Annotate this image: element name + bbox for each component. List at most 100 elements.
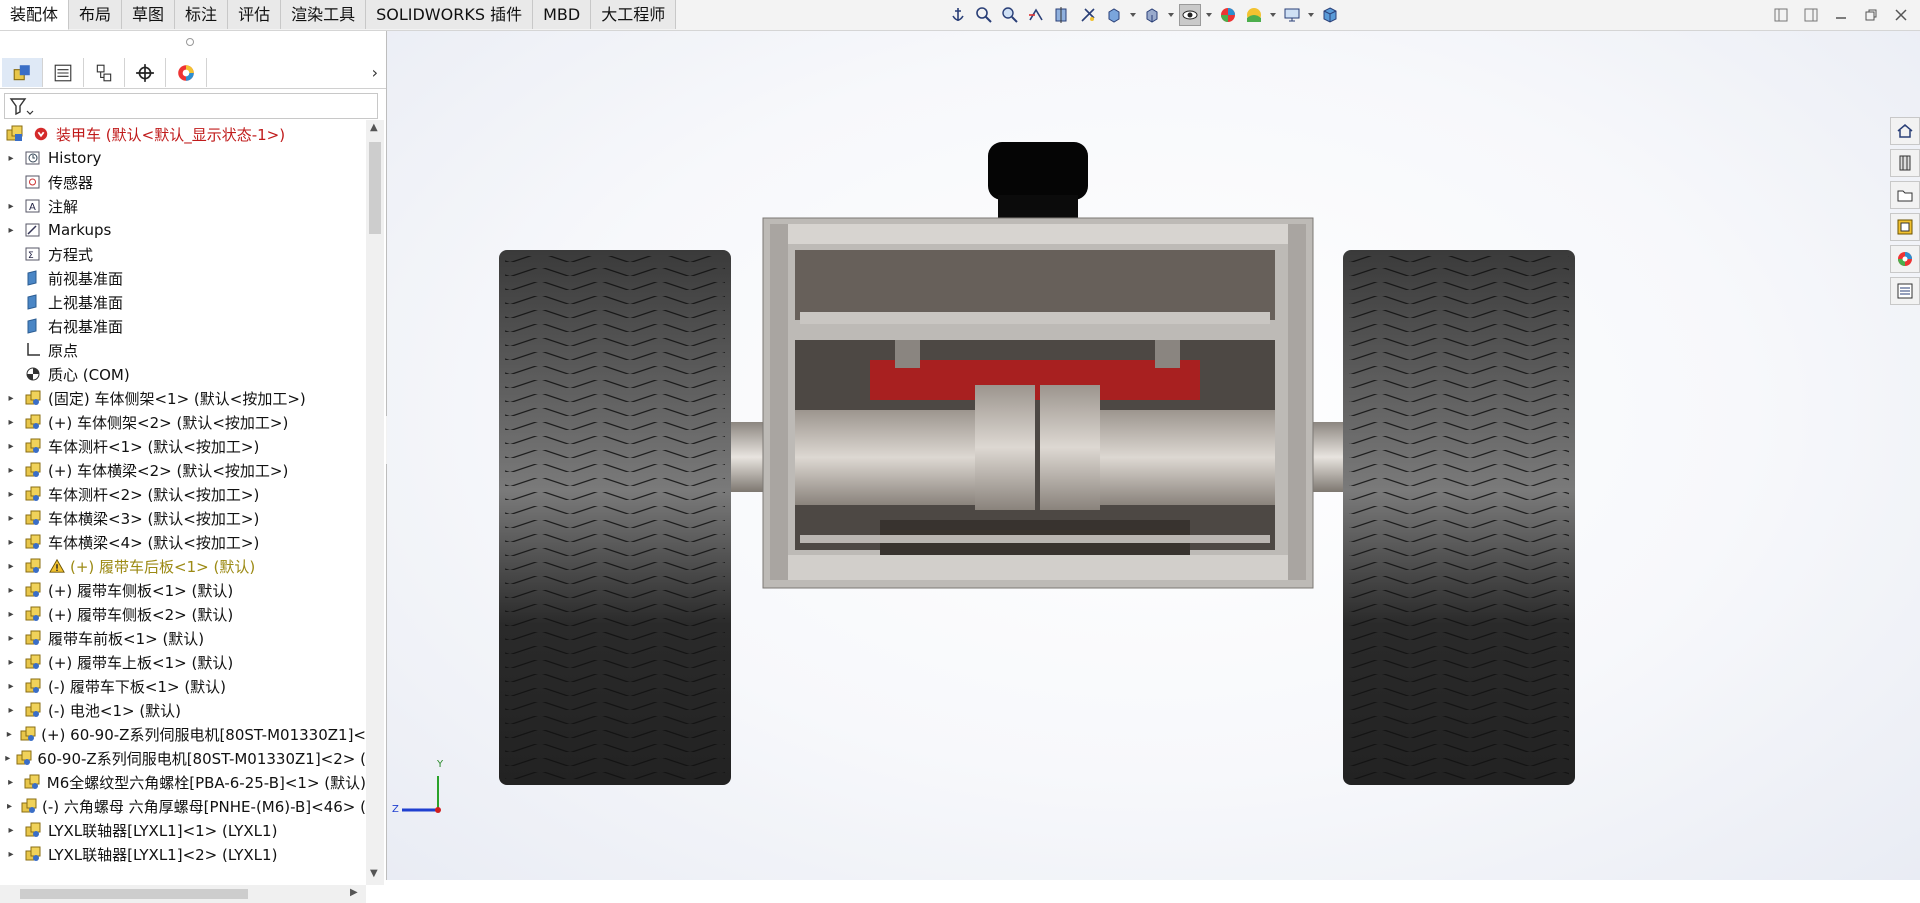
3d-cube-icon[interactable]: [1319, 4, 1341, 26]
expand-arrow-icon[interactable]: ▸: [0, 513, 22, 524]
previous-view-icon[interactable]: [1025, 4, 1047, 26]
featuremanager-icon[interactable]: [2, 58, 43, 87]
close-icon[interactable]: [1892, 6, 1910, 24]
tree-item[interactable]: ▸ (+) 履带车侧板<2> (默认): [0, 602, 366, 626]
view-orientation-icon[interactable]: [1103, 4, 1125, 26]
tab-4[interactable]: 评估: [228, 0, 282, 29]
chevron-down-icon[interactable]: [1307, 4, 1315, 26]
configuration-icon[interactable]: [84, 58, 125, 87]
tree-item[interactable]: ▸ (-) 电池<1> (默认): [0, 698, 366, 722]
tree-item[interactable]: ▸ (+) 履带车后板<1> (默认): [0, 554, 366, 578]
tree-item[interactable]: ▸ A 注解: [0, 194, 366, 218]
tree-item[interactable]: ▸ (+) 履带车上板<1> (默认): [0, 650, 366, 674]
hide-show-icon[interactable]: [1179, 4, 1201, 26]
tree-item[interactable]: ▸ (固定) 车体侧架<1> (默认<按加工>): [0, 386, 366, 410]
view-palette-icon[interactable]: [1890, 213, 1920, 241]
expand-arrow-icon[interactable]: ▸: [0, 633, 22, 644]
chevron-right-icon[interactable]: ›: [372, 63, 378, 82]
expand-arrow-icon[interactable]: ▸: [0, 153, 22, 164]
expand-arrow-icon[interactable]: ▸: [0, 849, 22, 860]
graphics-area[interactable]: Y Z: [387, 31, 1920, 880]
tree-item[interactable]: 原点: [0, 338, 366, 362]
custom-properties-icon[interactable]: [1890, 277, 1920, 305]
design-library-icon[interactable]: [1890, 149, 1920, 177]
expand-arrow-icon[interactable]: ▸: [0, 225, 22, 236]
tab-8[interactable]: 大工程师: [591, 0, 677, 29]
tab-1[interactable]: 布局: [69, 0, 123, 29]
expand-arrow-icon[interactable]: ▸: [0, 489, 22, 500]
expand-arrow-icon[interactable]: ▸: [0, 417, 22, 428]
zoom-fit-icon[interactable]: [973, 4, 995, 26]
tree-item[interactable]: 传感器: [0, 170, 366, 194]
expand-arrow-icon[interactable]: ▸: [0, 393, 22, 404]
expand-arrow-icon[interactable]: ▸: [0, 441, 22, 452]
expand-arrow-icon[interactable]: ▸: [0, 657, 22, 668]
expand-arrow-icon[interactable]: ▸: [0, 753, 15, 764]
expand-arrow-icon[interactable]: ▸: [0, 537, 22, 548]
tree-item[interactable]: ▸ LYXL联轴器[LYXL1]<1> (LYXL1): [0, 818, 366, 842]
maximize-icon[interactable]: [1862, 6, 1880, 24]
expand-arrow-icon[interactable]: ▸: [0, 609, 22, 620]
tab-6[interactable]: SOLIDWORKS 插件: [366, 0, 534, 29]
restore-left-icon[interactable]: [1772, 6, 1790, 24]
scroll-thumb[interactable]: [369, 142, 381, 234]
tree-item[interactable]: 右视基准面: [0, 314, 366, 338]
tab-5[interactable]: 渲染工具: [281, 0, 367, 29]
tree-item[interactable]: ▸ History: [0, 146, 366, 170]
tree-item[interactable]: ▸ 60-90-Z系列伺服电机[80ST-M01330Z1]<2> (: [0, 746, 366, 770]
tree-item[interactable]: ▸ (+) 车体侧架<2> (默认<按加工>): [0, 410, 366, 434]
tree-item[interactable]: ▸ (+) 车体横梁<2> (默认<按加工>): [0, 458, 366, 482]
tree-item[interactable]: Σ 方程式: [0, 242, 366, 266]
edit-appearance-icon[interactable]: [1217, 4, 1239, 26]
tree-item[interactable]: ▸ Markups: [0, 218, 366, 242]
scroll-thumb[interactable]: [20, 889, 248, 899]
home-icon[interactable]: [1890, 117, 1920, 145]
dynamic-annotation-icon[interactable]: [1077, 4, 1099, 26]
minimize-icon[interactable]: [1832, 6, 1850, 24]
tree-horizontal-scrollbar[interactable]: ▶: [0, 885, 366, 903]
tree-item[interactable]: ▸ 车体测杆<1> (默认<按加工>): [0, 434, 366, 458]
tree-vertical-scrollbar[interactable]: ▲ ▼: [366, 120, 384, 885]
expand-arrow-icon[interactable]: ▸: [0, 681, 22, 692]
expand-arrow-icon[interactable]: ▸: [0, 777, 21, 788]
tab-0[interactable]: 装配体: [0, 0, 70, 30]
scroll-down-icon[interactable]: ▼: [370, 868, 378, 879]
expand-arrow-icon[interactable]: ▸: [0, 585, 22, 596]
expand-arrow-icon[interactable]: ▸: [0, 465, 22, 476]
apply-scene-icon[interactable]: [1243, 4, 1265, 26]
zoom-area-icon[interactable]: [999, 4, 1021, 26]
tree-item[interactable]: ▸ (+) 履带车侧板<1> (默认): [0, 578, 366, 602]
chevron-down-icon[interactable]: [1167, 4, 1175, 26]
tree-item[interactable]: ▸ (-) 履带车下板<1> (默认): [0, 674, 366, 698]
tree-item[interactable]: ▸ M6全螺纹型六角螺栓[PBA-6-25-B]<1> (默认): [0, 770, 366, 794]
chevron-down-icon[interactable]: [1205, 4, 1213, 26]
tree-item[interactable]: 质心 (COM): [0, 362, 366, 386]
chevron-down-icon[interactable]: [1269, 4, 1277, 26]
file-explorer-icon[interactable]: [1890, 181, 1920, 209]
tree-item[interactable]: ▸ (-) 六角螺母 六角厚螺母[PNHE-(M6)-B]<46> (: [0, 794, 366, 818]
expand-arrow-icon[interactable]: ▸: [0, 705, 22, 716]
tree-item[interactable]: 前视基准面: [0, 266, 366, 290]
dimxpert-icon[interactable]: [125, 58, 166, 87]
tree-item[interactable]: ▸ 车体横梁<3> (默认<按加工>): [0, 506, 366, 530]
expand-arrow-icon[interactable]: ▸: [0, 801, 19, 812]
scroll-right-icon[interactable]: ▶: [350, 887, 358, 898]
panel-grip[interactable]: [186, 38, 194, 46]
scroll-up-icon[interactable]: ▲: [370, 122, 378, 133]
expand-arrow-icon[interactable]: ▸: [0, 561, 22, 572]
display-style-icon[interactable]: [1141, 4, 1163, 26]
tree-root[interactable]: 装甲车 (默认<默认_显示状态-1>): [0, 122, 366, 146]
tree-item[interactable]: ▸ (+) 60-90-Z系列伺服电机[80ST-M01330Z1]<: [0, 722, 366, 746]
propertymanager-icon[interactable]: [43, 58, 84, 87]
display-manager-icon[interactable]: [166, 58, 207, 87]
restore-right-icon[interactable]: [1802, 6, 1820, 24]
tree-item[interactable]: ▸ 车体横梁<4> (默认<按加工>): [0, 530, 366, 554]
appearances-icon[interactable]: [1890, 245, 1920, 273]
tab-7[interactable]: MBD: [533, 0, 592, 29]
section-view-icon[interactable]: [1051, 4, 1073, 26]
tree-item[interactable]: 上视基准面: [0, 290, 366, 314]
tree-item[interactable]: ▸ 履带车前板<1> (默认): [0, 626, 366, 650]
expand-arrow-icon[interactable]: ▸: [0, 825, 22, 836]
tab-2[interactable]: 草图: [122, 0, 176, 29]
expand-arrow-icon[interactable]: ▸: [0, 201, 22, 212]
